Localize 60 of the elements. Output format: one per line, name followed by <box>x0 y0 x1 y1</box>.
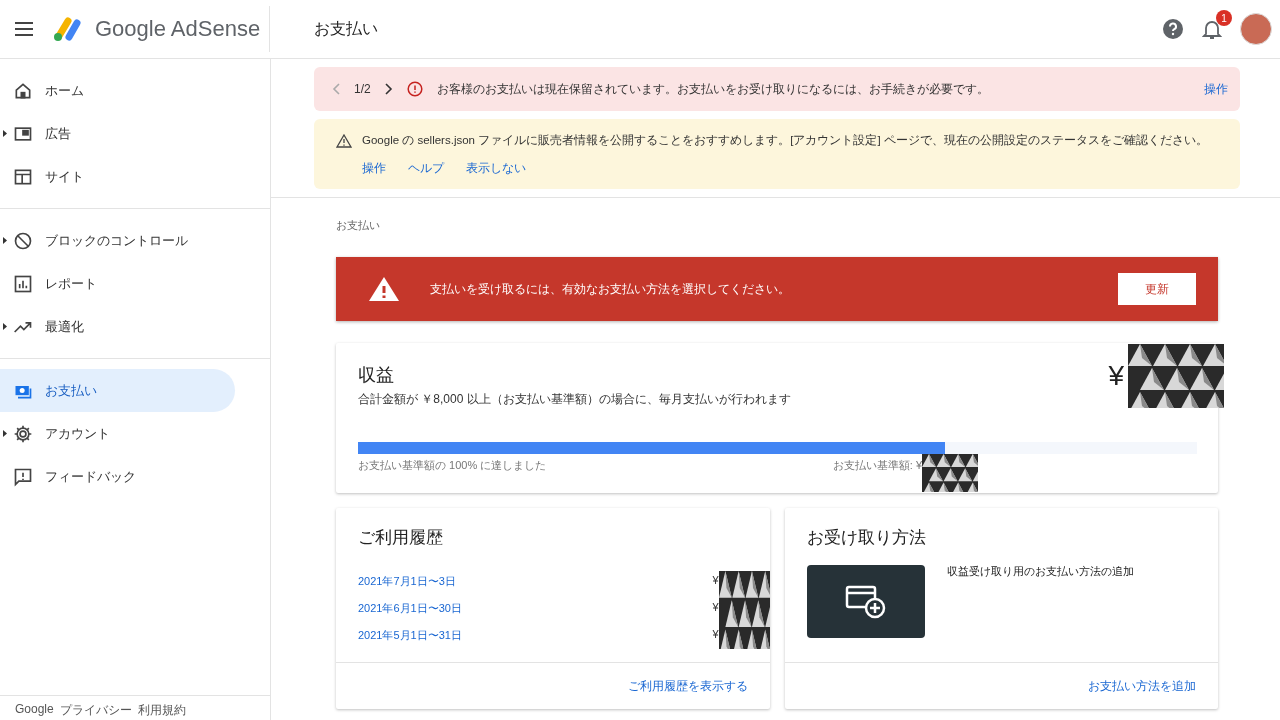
action-link[interactable]: 操作 <box>1204 80 1228 98</box>
feedback-icon <box>13 466 33 487</box>
next-icon[interactable] <box>384 83 393 95</box>
footer-link[interactable]: Google <box>15 702 54 720</box>
progress-caption: お支払い基準額の 100% に達しました <box>358 458 547 473</box>
warning-icon <box>336 133 352 148</box>
logo-icon <box>51 16 83 42</box>
alert-message: Google の sellers.json ファイルに販売者情報を公開することをおすすめします。[アカウント設定] ページで、現在の公開設定のステータスをご確認ください。 <box>362 133 1208 148</box>
add-card-icon <box>844 583 887 620</box>
sidebar-item[interactable]: お支払い <box>0 369 235 412</box>
alert-message: お客様のお支払いは現在保留されています。お支払いをお受け取りになるには、お手続きが必要です。 <box>436 81 989 97</box>
currency-symbol: ¥ <box>712 628 719 642</box>
menu-icon[interactable] <box>15 22 33 36</box>
currency-symbol: ¥ <box>712 574 719 588</box>
date-link[interactable]: 2021年7月1日〜3日 <box>358 574 456 589</box>
sidebar-item[interactable]: ホーム <box>0 69 235 112</box>
currency-symbol: ¥ <box>1108 360 1124 392</box>
notification-icon[interactable] <box>1202 18 1222 40</box>
date-link[interactable]: 2021年6月1日〜30日 <box>358 601 462 616</box>
date-link[interactable]: 2021年5月1日〜31日 <box>358 628 462 643</box>
sidebar-item[interactable]: レポート <box>0 262 235 305</box>
caret-icon <box>3 323 7 330</box>
card-title: 収益 <box>358 364 394 387</box>
action-link[interactable]: ヘルプ <box>408 160 444 177</box>
currency-symbol: ¥ <box>712 601 719 615</box>
footer-link[interactable]: プライバシー <box>59 702 132 720</box>
caret-icon <box>3 430 7 437</box>
sidebar-item[interactable]: ブロックのコントロール <box>0 219 235 262</box>
block-icon <box>13 230 33 251</box>
pager-text: 1/2 <box>354 82 371 96</box>
add-payment-link[interactable]: お支払い方法を追加 <box>1088 677 1196 695</box>
footer-link[interactable]: 利用規約 <box>137 702 186 720</box>
report-icon <box>13 273 33 294</box>
card-description: 合計金額が ￥8,000 以上（お支払い基準額）の場合に、毎月支払いが行われます <box>358 391 792 408</box>
caret-icon <box>3 237 7 244</box>
caret-icon <box>3 130 7 137</box>
avatar[interactable] <box>1240 13 1272 45</box>
card-title: ご利用履歴 <box>358 527 443 549</box>
page-title: お支払い <box>314 18 378 39</box>
action-link[interactable]: 表示しない <box>466 160 526 177</box>
sidebar-item[interactable]: アカウント <box>0 412 235 455</box>
banner-message: 支払いを受け取るには、有効なお支払い方法を選択してください。 <box>430 281 790 297</box>
warning-icon <box>368 276 400 302</box>
payment-description: 収益受け取り用のお支払い方法の追加 <box>946 565 1134 579</box>
sidebar-item[interactable]: サイト <box>0 155 235 198</box>
add-payment-tile[interactable] <box>806 565 925 638</box>
action-link[interactable]: 操作 <box>362 160 386 177</box>
product-name: Google AdSense <box>95 16 261 42</box>
sidebar-item[interactable]: 広告 <box>0 112 235 155</box>
sidebar-item[interactable]: フィードバック <box>0 455 235 498</box>
threshold-label: お支払い基準額: ¥ <box>832 458 922 473</box>
settings-icon <box>13 423 33 444</box>
help-icon[interactable] <box>1162 18 1184 40</box>
history-link[interactable]: ご利用履歴を表示する <box>627 677 748 695</box>
card-title: お受け取り方法 <box>806 527 926 549</box>
error-icon <box>406 81 423 97</box>
notification-badge: 1 <box>1216 10 1232 26</box>
sidebar-item[interactable]: 最適化 <box>0 305 235 348</box>
breadcrumb: お支払い <box>336 218 381 233</box>
update-button[interactable]: 更新 <box>1118 273 1196 305</box>
